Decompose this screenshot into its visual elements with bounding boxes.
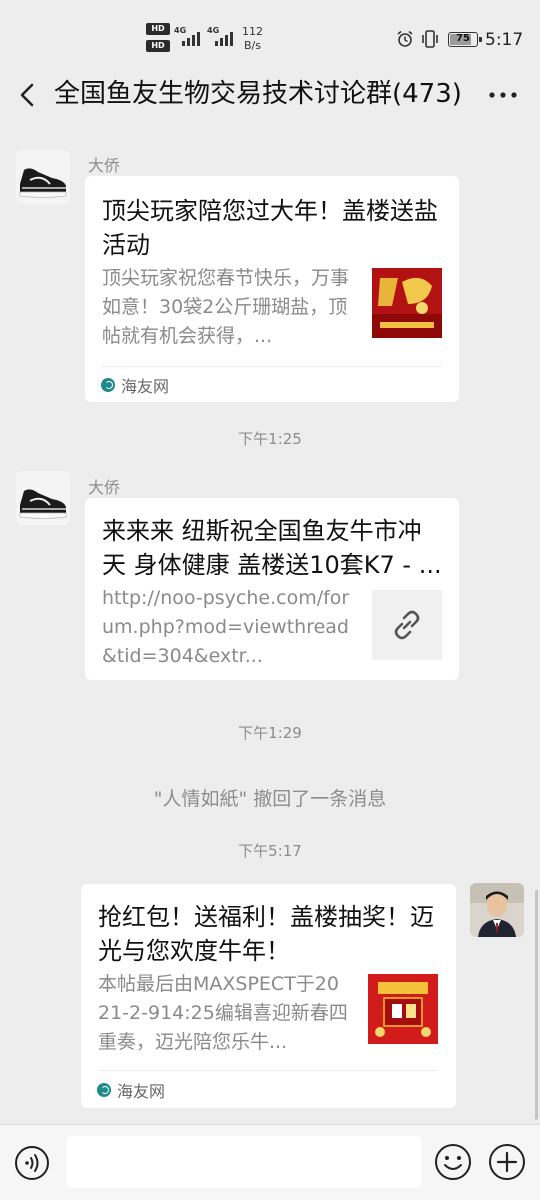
- status-bar: HD HD 4G 4G 112 B/s 75 5:17: [0, 0, 540, 62]
- alarm-icon: [397, 30, 413, 47]
- network-speed: 112 B/s: [242, 25, 263, 53]
- source-name: 海友网: [117, 1082, 166, 1101]
- plus-icon[interactable]: [488, 1143, 526, 1181]
- card-description: 本帖最后由MAXSPECT于2021-2-914:25编辑喜迎新春四重奏，迈光陪…: [98, 973, 348, 1053]
- hd-badge-2: HD: [146, 40, 170, 52]
- signal-icon: [182, 28, 200, 46]
- card-source: 海友网: [97, 1078, 165, 1102]
- message-input[interactable]: [66, 1136, 422, 1188]
- avatar[interactable]: [16, 471, 70, 525]
- avatar[interactable]: [16, 150, 70, 204]
- link-thumbnail: [372, 590, 442, 660]
- sender-name: 大侨: [88, 156, 121, 175]
- clock: 5:17: [485, 30, 524, 50]
- card-source: 海友网: [101, 373, 169, 397]
- chat-header: 全国鱼友生物交易技术讨论群(473): [0, 62, 540, 128]
- timestamp: 下午1:29: [238, 724, 302, 742]
- source-app-icon: [101, 378, 115, 392]
- vibrate-icon: [422, 30, 438, 48]
- card-divider: [102, 366, 442, 367]
- source-name: 海友网: [121, 377, 170, 396]
- timestamp: 下午5:17: [238, 842, 302, 860]
- scrollbar[interactable]: [535, 890, 538, 1120]
- sneaker-avatar-image: [16, 471, 70, 525]
- more-icon[interactable]: [486, 80, 520, 110]
- source-app-icon: [97, 1083, 111, 1097]
- card-divider: [98, 1070, 438, 1071]
- voice-icon[interactable]: [14, 1145, 50, 1181]
- speed-value: 112: [242, 25, 263, 38]
- battery-icon: 75: [448, 32, 482, 47]
- sender-name: 大侨: [88, 478, 121, 497]
- card-description: http://noo-psyche.com/forum.php?mod=view…: [102, 587, 350, 667]
- card-title: 顶尖玩家陪您过大年！盖楼送盐活动: [102, 197, 438, 259]
- recall-notice: "人情如紙" 撤回了一条消息: [153, 788, 387, 810]
- emoji-icon[interactable]: [434, 1143, 472, 1181]
- promo-thumbnail-image: [372, 268, 442, 338]
- link-icon: [394, 610, 420, 640]
- avatar-self[interactable]: [470, 883, 524, 937]
- battery-level: 75: [456, 33, 470, 44]
- page-title: 全国鱼友生物交易技术讨论群(473): [54, 79, 462, 109]
- card-title: 抢红包！送福利！盖楼抽奖！迈光与您欢度牛年！: [98, 903, 434, 965]
- card-title: 来来来 纽斯祝全国鱼友牛市冲天 身体健康 盖楼送10套K7 - ...: [102, 517, 442, 579]
- timestamp: 下午1:25: [238, 430, 302, 448]
- link-card[interactable]: 顶尖玩家陪您过大年！盖楼送盐活动 顶尖玩家祝您春节快乐，万事如意！30袋2公斤珊…: [85, 176, 459, 402]
- card-thumbnail: [368, 974, 438, 1044]
- card-thumbnail: [372, 268, 442, 338]
- promo-thumbnail-image: [368, 974, 438, 1044]
- card-description: 顶尖玩家祝您春节快乐，万事如意！30袋2公斤珊瑚盐，顶帖就有机会获得，...: [102, 267, 350, 347]
- signal-icon-2: [215, 28, 233, 46]
- person-avatar-image: [470, 883, 524, 937]
- input-bar: [0, 1124, 540, 1200]
- speed-unit: B/s: [244, 39, 261, 52]
- link-card[interactable]: 抢红包！送福利！盖楼抽奖！迈光与您欢度牛年！ 本帖最后由MAXSPECT于202…: [81, 884, 456, 1108]
- back-icon[interactable]: [14, 80, 42, 110]
- hd-badge: HD: [146, 23, 170, 35]
- sneaker-avatar-image: [16, 150, 70, 204]
